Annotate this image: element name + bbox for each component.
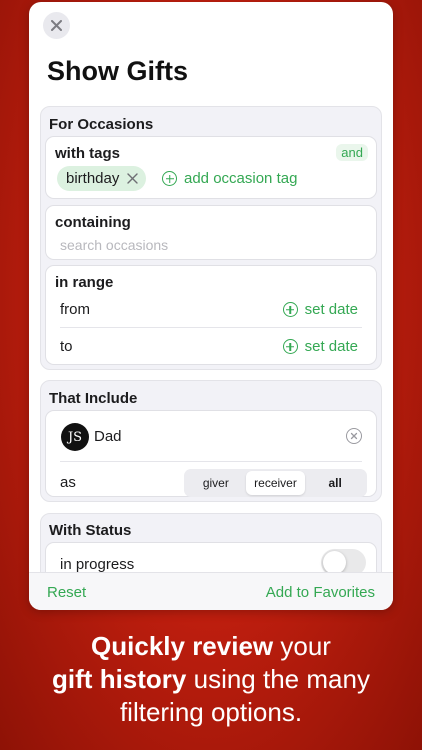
add-occasion-tag-label: add occasion tag (184, 170, 298, 187)
to-label: to (60, 338, 73, 355)
avatar: JS (61, 423, 89, 451)
tags-label: with tags (55, 145, 121, 162)
role-receiver[interactable]: receiver (245, 471, 306, 495)
toggle-knob (323, 551, 346, 574)
search-occasions-input[interactable]: search occasions (60, 237, 168, 253)
occasions-heading: For Occasions (49, 116, 154, 133)
role-giver[interactable]: giver (186, 471, 246, 495)
occasions-section: For Occasions with tags and birthday add… (40, 106, 382, 370)
plus-circle-icon (162, 171, 177, 186)
tags-card: with tags and birthday add occasion tag (45, 136, 377, 199)
containing-card: containing search occasions (45, 205, 377, 260)
close-icon (51, 20, 62, 31)
plus-circle-icon (282, 302, 298, 317)
from-label: from (60, 301, 90, 318)
divider (60, 327, 362, 328)
include-heading: That Include (49, 390, 138, 407)
status-heading: With Status (49, 522, 132, 539)
set-to-date-button[interactable]: set date (282, 338, 358, 355)
marketing-caption: Quickly review your gift history using t… (0, 630, 422, 729)
role-all[interactable]: all (305, 471, 365, 495)
set-to-date-label: set date (304, 338, 358, 355)
role-segmented-control: giver receiver all (184, 469, 367, 497)
tag-chip-birthday[interactable]: birthday (57, 166, 147, 191)
add-to-favorites-button[interactable]: Add to Favorites (266, 584, 375, 601)
sheet-footer: Reset Add to Favorites (29, 572, 393, 610)
plus-circle-icon (282, 339, 298, 354)
set-from-date-label: set date (304, 301, 358, 318)
page-title: Show Gifts (47, 56, 188, 86)
caption-line1-rest: your (273, 631, 331, 661)
set-from-date-button[interactable]: set date (282, 301, 358, 318)
caption-line2-bold: gift history (52, 664, 187, 694)
include-section: That Include JS Dad as giver receiver al… (40, 380, 382, 502)
person-name: Dad (94, 428, 122, 445)
person-card: JS Dad as giver receiver all (45, 410, 377, 497)
tag-mode-toggle[interactable]: and (336, 144, 368, 161)
divider (60, 461, 362, 462)
close-button[interactable] (43, 12, 70, 39)
in-progress-label: in progress (60, 556, 135, 573)
as-label: as (60, 474, 76, 491)
caption-line2-rest: using the many (186, 664, 370, 694)
remove-tag-icon[interactable] (127, 173, 139, 184)
range-label: in range (55, 274, 114, 291)
containing-label: containing (55, 214, 131, 231)
range-card: in range from set date to set date (45, 265, 377, 365)
filter-sheet: Show Gifts For Occasions with tags and b… (29, 2, 393, 610)
tag-chip-label: birthday (66, 170, 120, 187)
remove-person-icon[interactable] (346, 428, 362, 444)
add-occasion-tag-button[interactable]: add occasion tag (162, 170, 297, 187)
reset-button[interactable]: Reset (47, 584, 86, 601)
caption-line1-bold: Quickly review (91, 631, 274, 661)
caption-line3: filtering options. (119, 697, 303, 727)
